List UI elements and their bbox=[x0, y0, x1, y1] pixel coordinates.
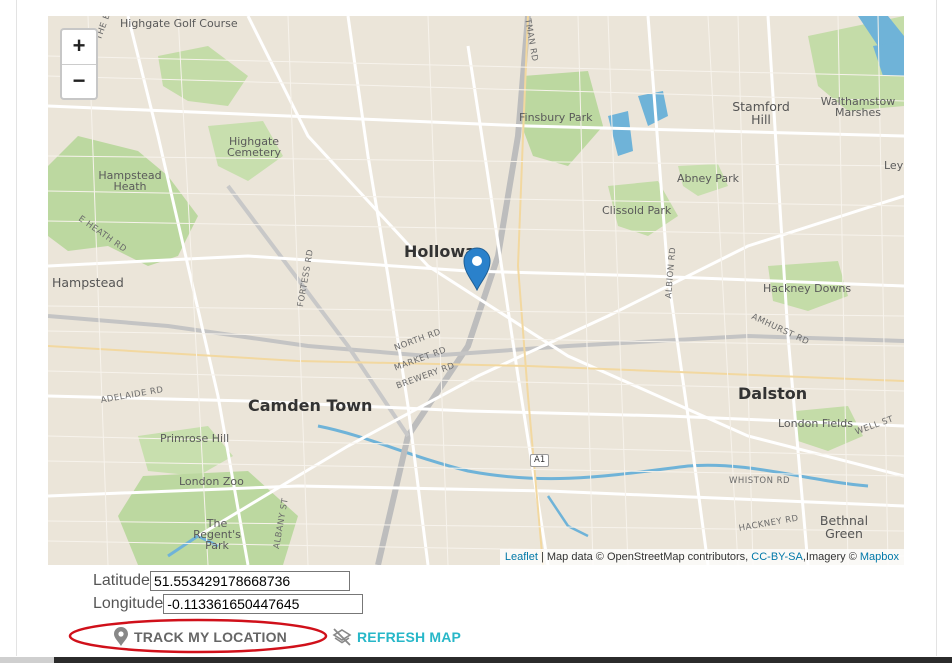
map-label-hampstead-heath: Hampstead Heath bbox=[98, 169, 162, 193]
map-label-regents-park: The Regent's Park bbox=[193, 517, 241, 552]
map-label-abney-park: Abney Park bbox=[677, 172, 740, 185]
map-attribution: Leaflet | Map data © OpenStreetMap contr… bbox=[499, 549, 904, 565]
zoom-in-button[interactable]: + bbox=[62, 30, 96, 65]
zoom-control: + − bbox=[60, 28, 98, 100]
page-border-right bbox=[936, 0, 937, 656]
latitude-label: Latitude bbox=[93, 572, 150, 589]
latitude-input[interactable] bbox=[149, 571, 350, 591]
refresh-map-button[interactable]: REFRESH MAP bbox=[332, 620, 461, 654]
mapbox-link[interactable]: Mapbox bbox=[860, 551, 899, 563]
map-label-hackney-downs: Hackney Downs bbox=[763, 282, 852, 295]
map-label-highgate-cemetery: Highgate Cemetery bbox=[226, 135, 282, 159]
track-location-button[interactable]: TRACK MY LOCATION bbox=[113, 620, 287, 654]
license-link[interactable]: CC-BY-SA bbox=[751, 551, 803, 563]
layers-off-icon bbox=[332, 627, 352, 647]
map-label-finsbury-park: Finsbury Park bbox=[519, 111, 593, 124]
map-marker-icon[interactable] bbox=[462, 246, 492, 292]
map-label-london-fields: London Fields bbox=[778, 417, 853, 430]
map-label-clissold-park: Clissold Park bbox=[602, 204, 672, 217]
map-road-shield-a1: A1 bbox=[530, 454, 550, 467]
map-label-london-zoo: London Zoo bbox=[179, 475, 244, 488]
map-view[interactable]: Highgate Golf Course THE BISHOPS AVE Hig… bbox=[48, 16, 904, 565]
map-label-dalston: Dalston bbox=[738, 384, 808, 403]
map-label-walthamstow: Walthamstow Marshes bbox=[820, 95, 896, 119]
map-label-bethnal-green: Bethnal Green bbox=[819, 513, 869, 541]
map-label-hampstead: Hampstead bbox=[52, 275, 124, 290]
map-label-stamford-hill: Stamford Hill bbox=[732, 99, 790, 127]
map-label-whiston-rd: WHISTON RD bbox=[729, 476, 791, 486]
page-border-left bbox=[16, 0, 17, 656]
map-label-primrose-hill: Primrose Hill bbox=[160, 432, 230, 445]
track-location-label: TRACK MY LOCATION bbox=[134, 629, 287, 645]
bottom-bar bbox=[0, 657, 952, 663]
leaflet-link[interactable]: Leaflet bbox=[505, 551, 538, 563]
map-marker-icon bbox=[113, 627, 129, 647]
refresh-map-label: REFRESH MAP bbox=[357, 629, 462, 645]
latitude-row: Latitude bbox=[93, 570, 350, 592]
imagery-text: ,Imagery © bbox=[802, 551, 860, 563]
longitude-label: Longitude bbox=[93, 595, 164, 612]
map-label-camden-town: Camden Town bbox=[248, 396, 373, 415]
longitude-row: Longitude bbox=[93, 593, 364, 615]
attribution-text: | Map data © OpenStreetMap contributors, bbox=[537, 551, 752, 563]
longitude-input[interactable] bbox=[163, 594, 364, 614]
zoom-out-button[interactable]: − bbox=[62, 65, 96, 99]
map-label-ley: Ley bbox=[884, 159, 904, 172]
map-label-golf: Highgate Golf Course bbox=[120, 17, 238, 30]
